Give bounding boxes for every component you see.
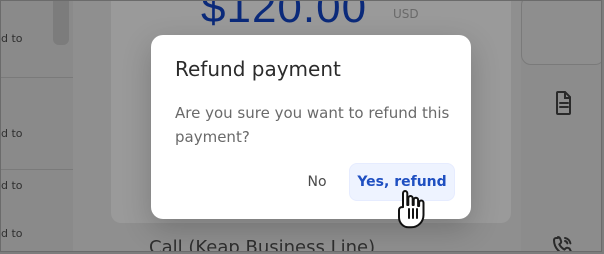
background-left-text: d to [1, 227, 23, 240]
dialog-message: Are you sure you want to refund this pay… [175, 104, 450, 146]
background-left-text: d to [1, 179, 23, 192]
payment-amount: $120.00 [201, 0, 368, 32]
payment-currency: USD [393, 7, 419, 21]
phone-icon [553, 236, 572, 251]
background-left-column: d to d to d to d to [1, 1, 73, 251]
dialog-title: Refund payment [175, 57, 341, 81]
background-left-divider [1, 169, 73, 170]
background-left-text: d to [1, 127, 23, 140]
background-right-card [521, 1, 601, 65]
background-row-title: Call (Keap Business Line) [149, 237, 376, 252]
refund-payment-dialog: Refund payment Are you sure you want to … [151, 35, 471, 219]
background-left-divider [1, 77, 73, 78]
yes-refund-button[interactable]: Yes, refund [349, 163, 455, 201]
screenshot-frame: d to d to d to d to $120.00 USD Call (Ke… [0, 0, 602, 252]
background-left-text: d to [1, 32, 23, 45]
background-left-strip [53, 1, 69, 45]
no-button[interactable]: No [291, 163, 343, 201]
document-icon [556, 91, 571, 115]
